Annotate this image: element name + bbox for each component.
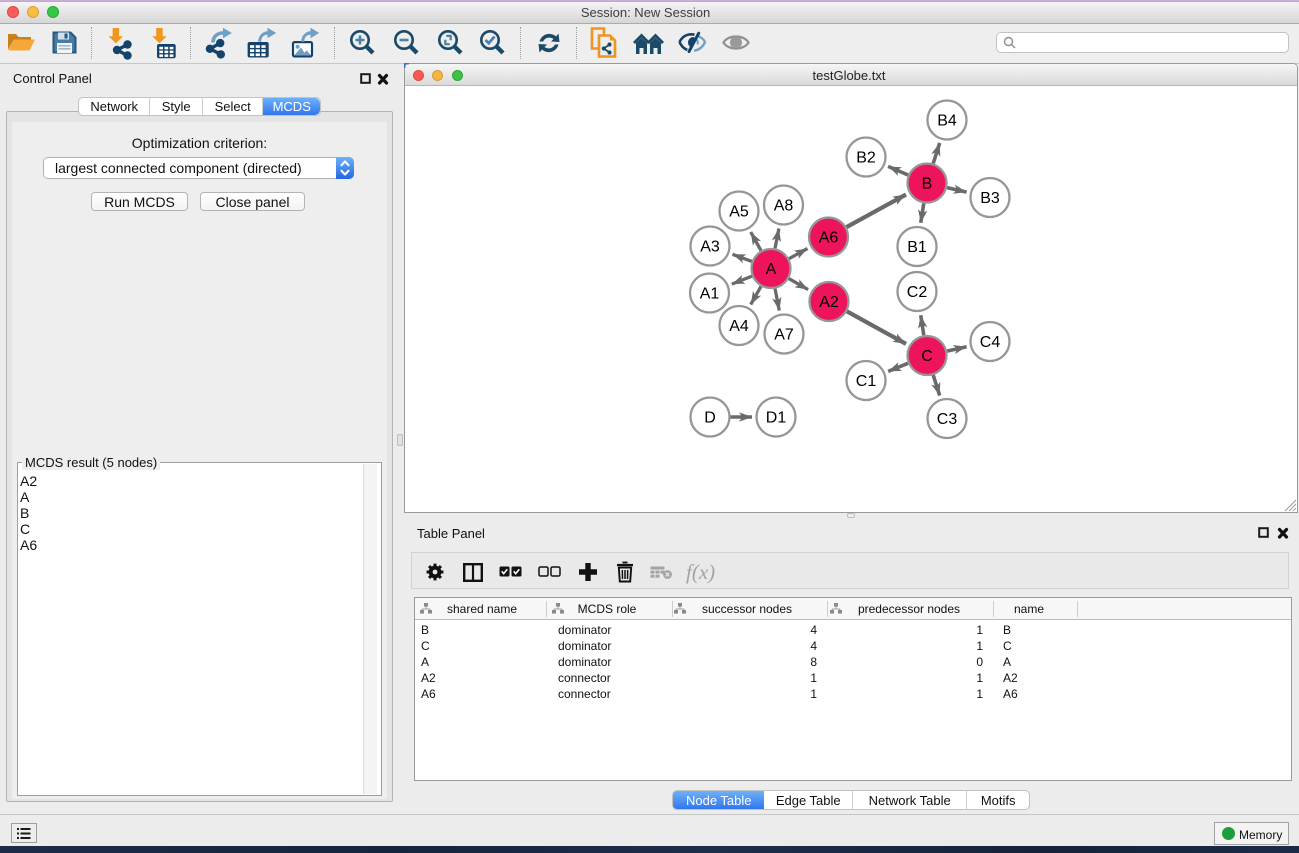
svg-text:A8: A8: [774, 198, 794, 215]
svg-text:A7: A7: [774, 327, 794, 344]
svg-text:D: D: [704, 410, 716, 427]
svg-text:C2: C2: [907, 284, 928, 301]
svg-text:C4: C4: [980, 334, 1001, 351]
svg-text:A2: A2: [819, 294, 839, 311]
svg-text:A: A: [766, 261, 777, 278]
svg-text:C3: C3: [937, 411, 958, 428]
svg-text:B4: B4: [937, 113, 957, 130]
svg-text:A1: A1: [700, 286, 720, 303]
svg-text:D1: D1: [766, 410, 787, 427]
svg-text:A6: A6: [819, 230, 839, 247]
svg-text:A5: A5: [729, 204, 749, 221]
svg-text:B: B: [922, 176, 933, 193]
svg-text:A3: A3: [700, 239, 720, 256]
svg-text:C: C: [921, 348, 933, 365]
svg-text:C1: C1: [856, 373, 877, 390]
svg-text:A4: A4: [729, 318, 749, 335]
svg-text:B1: B1: [907, 239, 927, 256]
svg-text:B3: B3: [980, 190, 1000, 207]
svg-text:B2: B2: [856, 150, 876, 167]
